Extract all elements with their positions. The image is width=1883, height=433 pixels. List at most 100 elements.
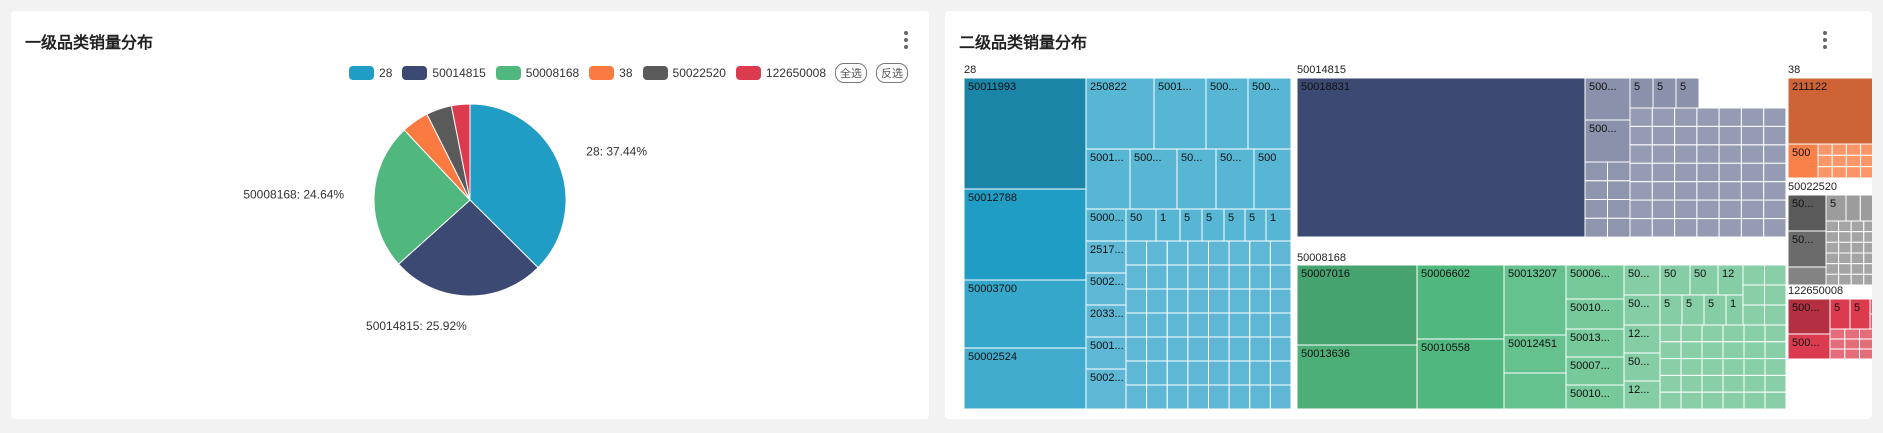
treemap-cell-minor[interactable] [1764,284,1787,306]
treemap-cell-minor[interactable] [1869,313,1872,330]
treemap-cell-minor[interactable] [1166,288,1189,314]
treemap-cell-minor[interactable] [1607,180,1631,201]
treemap-cell-minor[interactable] [1863,220,1872,233]
treemap-cell-minor[interactable] [1584,180,1608,201]
treemap-cell-minor[interactable] [1125,312,1148,338]
treemap-cell-minor[interactable] [1825,252,1840,265]
treemap-cell-minor[interactable] [1680,358,1703,376]
treemap-cell-minor[interactable] [1838,252,1852,265]
treemap-cell-minor[interactable] [1674,162,1698,183]
treemap-cell-minor[interactable] [1701,374,1724,393]
treemap-cell-minor[interactable] [1584,161,1608,182]
treemap-cell-minor[interactable] [1680,341,1703,360]
treemap-cell-minor[interactable] [1166,312,1189,338]
treemap-cell-minor[interactable] [1740,218,1765,238]
treemap-cell-minor[interactable] [1584,199,1608,219]
treemap-cell-minor[interactable] [1696,199,1720,220]
treemap-cell-minor[interactable] [1125,240,1148,266]
treemap-cell-minor[interactable] [1701,358,1724,376]
treemap-cell-minor[interactable] [1125,336,1148,362]
treemap-cell-minor[interactable] [1763,181,1787,201]
treemap-cell-minor[interactable] [1584,217,1608,238]
treemap-cell-minor[interactable] [1659,341,1682,360]
treemap-cell-minor[interactable] [1817,166,1833,179]
treemap-cell-minor[interactable] [1208,312,1230,338]
treemap-cell-minor[interactable] [1863,231,1872,243]
treemap-cell-minor[interactable] [1763,125,1787,146]
treemap-cell-minor[interactable] [1651,181,1676,201]
treemap-cell-minor[interactable] [1228,312,1251,338]
treemap-cell-minor[interactable] [1146,384,1168,410]
treemap-cell-minor[interactable] [1850,241,1865,254]
treemap-cell-minor[interactable] [1607,217,1631,238]
treemap-cell-minor[interactable] [1607,199,1631,219]
treemap-cell-minor[interactable] [1825,273,1840,286]
treemap-cell-minor[interactable] [1859,348,1873,360]
treemap-cell-minor[interactable] [1146,336,1168,362]
treemap-cell-minor[interactable] [1269,360,1292,386]
treemap-cell-minor[interactable] [1629,199,1653,220]
treemap-cell-minor[interactable] [1696,162,1720,183]
treemap-cell-minor[interactable] [1249,312,1271,338]
treemap-cell-minor[interactable] [1764,264,1787,286]
treemap-cell-minor[interactable] [1764,374,1787,393]
treemap-cell-minor[interactable] [1228,288,1251,314]
treemap-cell-minor[interactable] [1860,143,1872,156]
treemap-cell-minor[interactable] [1743,391,1766,410]
treemap-cell-minor[interactable] [1146,288,1168,314]
treemap-cell-minor[interactable] [1825,241,1840,254]
treemap-cell-minor[interactable] [1659,391,1682,410]
treemap-cell-minor[interactable] [1817,143,1833,156]
treemap-cell-minor[interactable] [1722,374,1745,393]
treemap-cell-minor[interactable] [1651,162,1676,183]
treemap-cell-minor[interactable] [1629,144,1653,164]
treemap-cell-minor[interactable] [1764,358,1787,376]
treemap-cell-minor[interactable] [1825,263,1840,275]
treemap-cell-minor[interactable] [1269,264,1292,290]
treemap-cell-minor[interactable] [1743,374,1766,393]
treemap-cell-minor[interactable] [1829,348,1846,360]
treemap-cell-minor[interactable] [1629,181,1653,201]
treemap-cell-minor[interactable] [1831,143,1847,156]
treemap-cell-minor[interactable] [1763,162,1787,183]
treemap-cell-minor[interactable] [1722,324,1745,343]
treemap-cell-minor[interactable] [1228,264,1251,290]
treemap-cell-minor[interactable] [1228,336,1251,362]
treemap-cell-minor[interactable] [1844,348,1861,360]
treemap-cell-minor[interactable] [1146,264,1168,290]
treemap-cell-minor[interactable] [1674,199,1698,220]
treemap-cell-minor[interactable] [1696,181,1720,201]
treemap-cell-minor[interactable] [1228,384,1251,410]
treemap-cell-minor[interactable] [1844,328,1861,340]
treemap-cell-minor[interactable] [1701,324,1724,343]
treemap-cell-minor[interactable] [1764,304,1787,326]
treemap-cell-minor[interactable] [1166,336,1189,362]
treemap-cell-minor[interactable] [1696,218,1720,238]
treemap-cell-minor[interactable] [1680,324,1703,343]
treemap-cell-minor[interactable] [1249,240,1271,266]
treemap-cell-minor[interactable] [1208,360,1230,386]
treemap-cell-minor[interactable] [1845,143,1862,156]
treemap-cell-minor[interactable] [1696,107,1720,127]
treemap-cell-minor[interactable] [1629,107,1653,127]
treemap-cell-minor[interactable] [1629,218,1653,238]
treemap-cell-minor[interactable] [1869,298,1872,315]
treemap-cell-minor[interactable] [1838,263,1852,275]
treemap-cell-minor[interactable] [1269,240,1292,266]
treemap-cell-minor[interactable] [1740,162,1765,183]
treemap-cell-minor[interactable] [1838,231,1852,243]
treemap-cell-minor[interactable] [1743,341,1766,360]
treemap-cell-minor[interactable] [1742,264,1765,286]
treemap-cell-minor[interactable] [1859,328,1873,340]
treemap-cell-minor[interactable] [1680,391,1703,410]
treemap-cell-minor[interactable] [1829,328,1846,340]
treemap-cell-minor[interactable] [1763,107,1787,127]
treemap-cell-minor[interactable] [1125,360,1148,386]
treemap-cell-minor[interactable] [1742,284,1765,306]
treemap-cell-minor[interactable] [1269,384,1292,410]
treemap-cell-minor[interactable] [1718,181,1742,201]
treemap-cell-minor[interactable] [1764,391,1787,410]
treemap-cell-minor[interactable] [1740,107,1765,127]
treemap-cell-minor[interactable] [1674,107,1698,127]
treemap-cell-minor[interactable] [1838,273,1852,286]
